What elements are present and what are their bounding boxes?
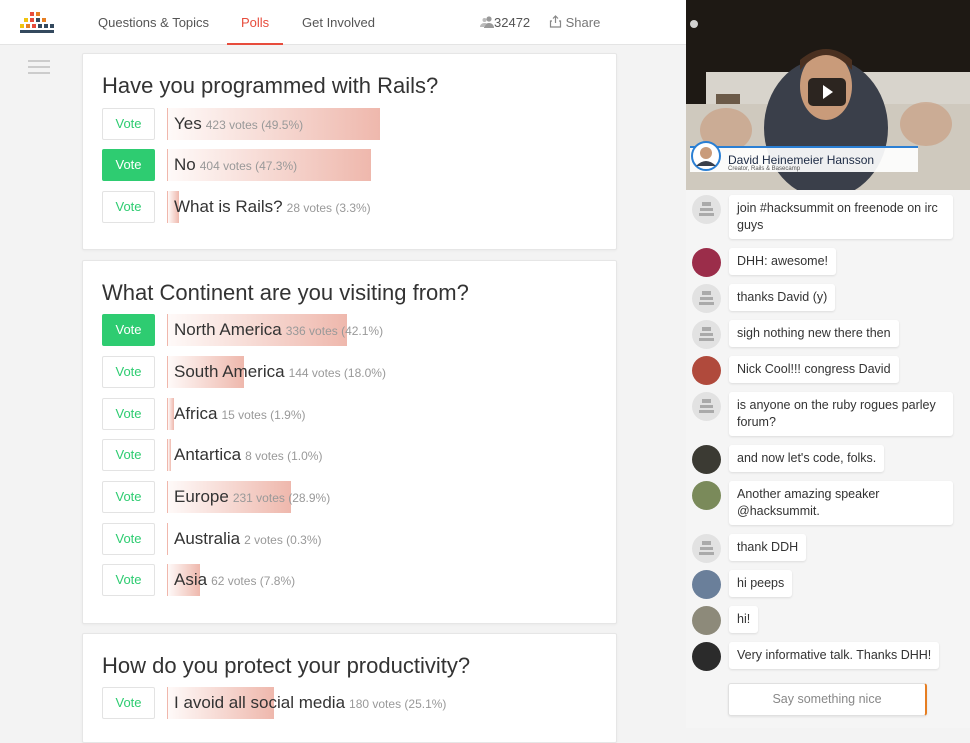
poll-option: Vote Asia 62 votes (7.8%) xyxy=(102,564,602,596)
poll-card: How do you protect your productivity? Vo… xyxy=(82,633,617,743)
option-votes: 404 votes (47.3%) xyxy=(199,159,298,173)
poll-option: Vote What is Rails? 28 votes (3.3%) xyxy=(102,191,602,223)
chat-bubble: hi peeps xyxy=(729,570,793,597)
users-icon xyxy=(480,16,494,28)
vote-bar xyxy=(167,523,168,555)
avatar xyxy=(692,606,721,635)
avatar xyxy=(692,248,721,277)
vote-bar xyxy=(167,398,174,430)
option-label: Asia xyxy=(174,570,208,589)
hamburger-menu-icon[interactable] xyxy=(28,60,50,74)
chat-bubble: and now let's code, folks. xyxy=(729,445,885,472)
option-label: Yes xyxy=(174,114,202,133)
option-votes: 8 votes (1.0%) xyxy=(245,449,323,463)
option-label: Australia xyxy=(174,529,241,548)
vote-button-selected[interactable]: Vote xyxy=(102,149,155,181)
option-label: No xyxy=(174,155,196,174)
option-label: I avoid all social media xyxy=(174,693,346,712)
chat-bubble: Another amazing speaker @hacksummit. xyxy=(729,481,953,525)
option-label: North America xyxy=(174,320,282,339)
logo-icon[interactable] xyxy=(20,12,58,34)
share-button[interactable]: Share xyxy=(549,0,600,45)
option-votes: 180 votes (25.1%) xyxy=(349,697,447,711)
option-label: Europe xyxy=(174,487,229,506)
avatar-generic-icon xyxy=(692,284,721,313)
speaker-name: David Heinemeier Hansson xyxy=(728,153,875,167)
chat-bubble: is anyone on the ruby rogues parley foru… xyxy=(729,392,953,436)
poll-option: Vote Australia 2 votes (0.3%) xyxy=(102,523,602,555)
option-label: Africa xyxy=(174,404,218,423)
poll-option: Vote Europe 231 votes (28.9%) xyxy=(102,481,602,513)
vote-button[interactable]: Vote xyxy=(102,191,155,223)
option-votes: 144 votes (18.0%) xyxy=(288,366,386,380)
option-label: South America xyxy=(174,362,285,381)
tab-polls[interactable]: Polls xyxy=(226,0,284,45)
tab-questions-topics[interactable]: Questions & Topics xyxy=(98,0,209,45)
chat-bubble: sigh nothing new there then xyxy=(729,320,899,347)
option-votes: 2 votes (0.3%) xyxy=(244,533,322,547)
poll-option: Vote Yes 423 votes (49.5%) xyxy=(102,108,602,140)
avatar-generic-icon xyxy=(692,392,721,421)
poll-option: Vote I avoid all social media 180 votes (… xyxy=(102,687,602,719)
vote-button-selected[interactable]: Vote xyxy=(102,314,155,346)
vote-button[interactable]: Vote xyxy=(102,398,155,430)
vote-button[interactable]: Vote xyxy=(102,523,155,555)
vote-button[interactable]: Vote xyxy=(102,439,155,471)
chat-bubble: Very informative talk. Thanks DHH! xyxy=(729,642,940,669)
chat-bubble: join #hacksummit on freenode on irc guys xyxy=(729,195,953,239)
poll-option: Vote South America 144 votes (18.0%) xyxy=(102,356,602,388)
poll-card: Have you programmed with Rails? Vote Yes… xyxy=(82,53,617,250)
poll-question: How do you protect your productivity? xyxy=(102,653,471,678)
tab-get-involved[interactable]: Get Involved xyxy=(302,0,375,45)
chat-bubble: thanks David (y) xyxy=(729,284,836,311)
poll-option: Vote Antartica 8 votes (1.0%) xyxy=(102,439,602,471)
avatar-generic-icon xyxy=(692,534,721,563)
share-icon xyxy=(549,15,562,28)
option-votes: 423 votes (49.5%) xyxy=(205,118,304,132)
viewer-count: 32472 xyxy=(480,0,530,45)
avatar xyxy=(692,356,721,385)
vote-button[interactable]: Vote xyxy=(102,687,155,719)
option-votes: 231 votes (28.9%) xyxy=(232,491,331,505)
chat-bubble: thank DDH xyxy=(729,534,807,561)
option-label: Antartica xyxy=(174,445,242,464)
avatar xyxy=(692,481,721,510)
chat-bubble: hi! xyxy=(729,606,759,633)
share-label: Share xyxy=(565,15,601,30)
option-label: What is Rails? xyxy=(174,197,283,216)
top-bar: Questions & Topics Polls Get Involved 32… xyxy=(0,0,686,45)
option-votes: 28 votes (3.3%) xyxy=(286,201,371,215)
avatar xyxy=(692,445,721,474)
chat-input[interactable]: Say something nice xyxy=(728,683,927,716)
option-votes: 15 votes (1.9%) xyxy=(221,408,306,422)
vote-button[interactable]: Vote xyxy=(102,564,155,596)
poll-option: Vote Africa 15 votes (1.9%) xyxy=(102,398,602,430)
option-votes: 336 votes (42.1%) xyxy=(285,324,384,338)
avatar-generic-icon xyxy=(692,195,721,224)
vote-button[interactable]: Vote xyxy=(102,108,155,140)
video-player[interactable]: David Heinemeier Hansson Creator, Rails … xyxy=(686,0,970,190)
avatar xyxy=(692,570,721,599)
chat-bubble: Nick Cool!!! congress David xyxy=(729,356,899,383)
vote-bar xyxy=(167,439,171,471)
chat-bubble: DHH: awesome! xyxy=(729,248,836,275)
poll-card: What Continent are you visiting from? Vo… xyxy=(82,260,617,624)
avatar-generic-icon xyxy=(692,320,721,349)
speaker-title: Creator, Rails & Basecamp xyxy=(728,166,801,172)
poll-option: Vote No 404 votes (47.3%) xyxy=(102,149,602,181)
option-votes: 62 votes (7.8%) xyxy=(211,574,296,588)
vote-button[interactable]: Vote xyxy=(102,481,155,513)
poll-option: Vote North America 336 votes (42.1%) xyxy=(102,314,602,346)
poll-question: Have you programmed with Rails? xyxy=(102,73,439,98)
vote-button[interactable]: Vote xyxy=(102,356,155,388)
poll-question: What Continent are you visiting from? xyxy=(102,280,469,305)
viewer-count-value: 32472 xyxy=(494,15,531,30)
avatar xyxy=(692,642,721,671)
